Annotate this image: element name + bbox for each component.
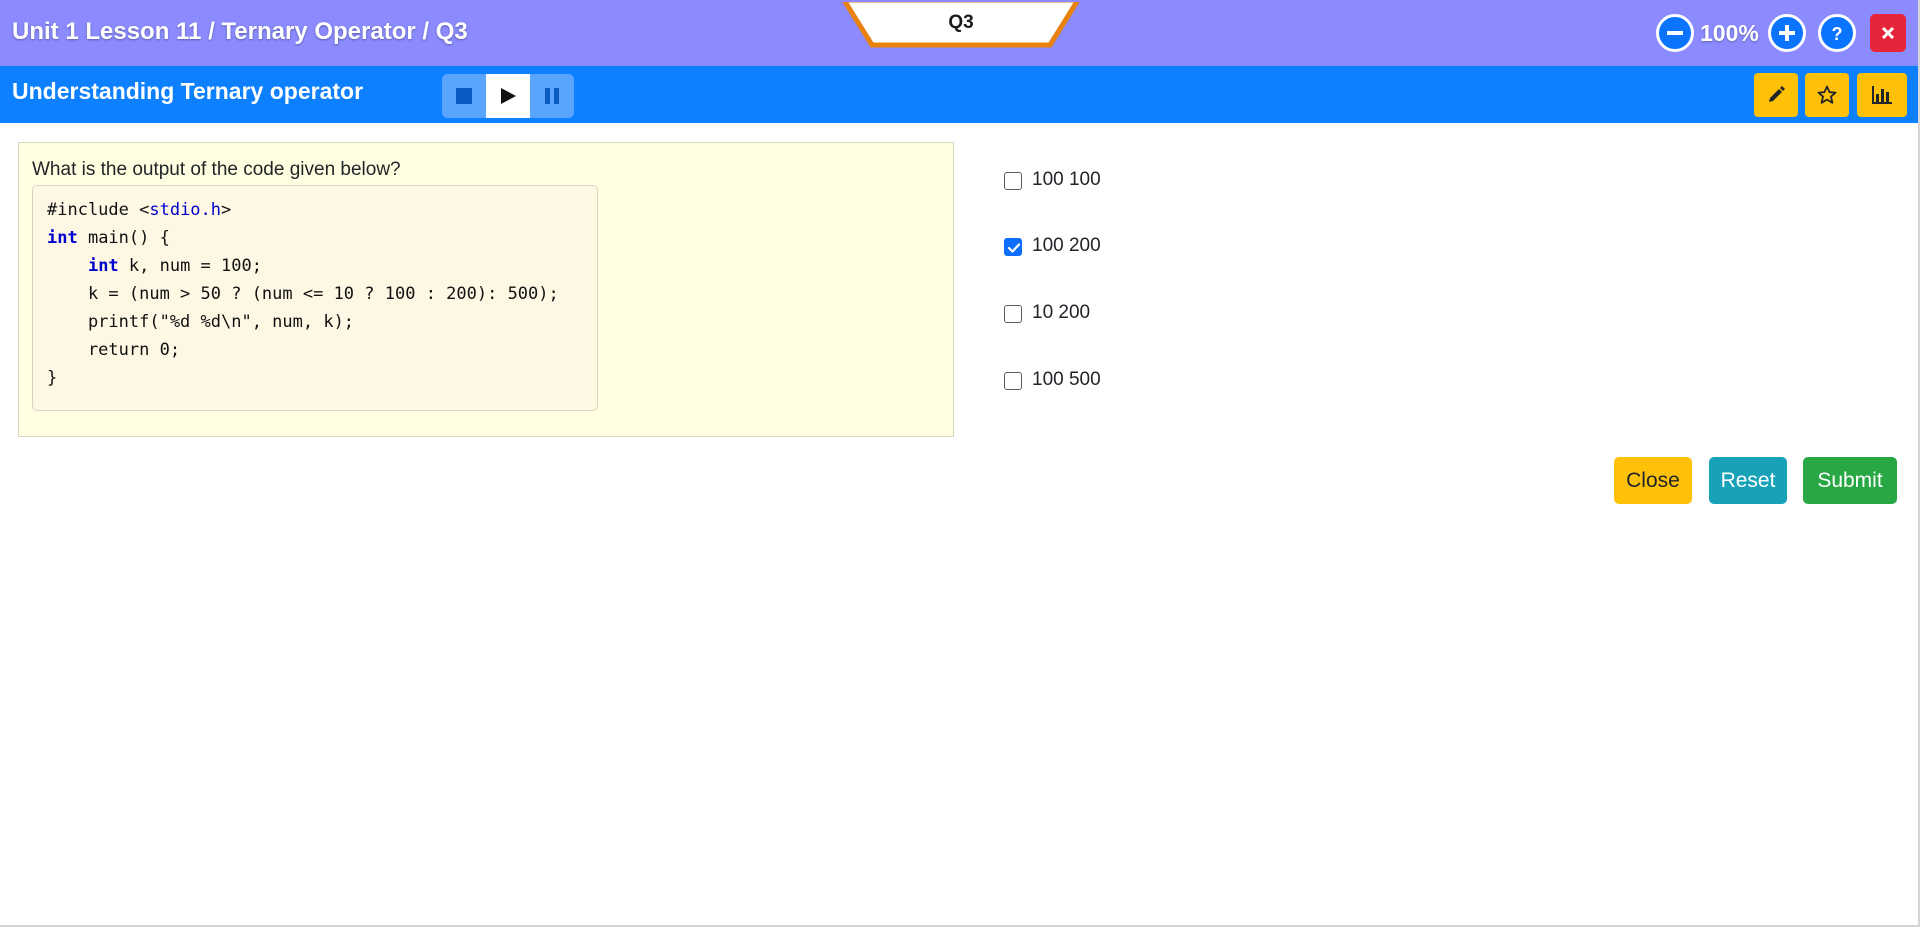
help-icon: ?	[1832, 24, 1843, 44]
option-label: 100 200	[1032, 235, 1101, 256]
zoom-in-icon	[1779, 25, 1795, 41]
code-line-2: int main() {	[47, 228, 170, 248]
close-window-button[interactable]	[1870, 14, 1906, 52]
stats-button[interactable]	[1857, 73, 1907, 117]
code-header-name: stdio.h	[149, 200, 222, 220]
pencil-icon	[1769, 86, 1785, 102]
zoom-in-button[interactable]	[1768, 14, 1806, 52]
svg-text:?: ?	[1832, 24, 1843, 44]
title-bar: Unit 1 Lesson 11 / Ternary Operator / Q3…	[0, 0, 1918, 66]
code-include: #include <	[47, 200, 150, 220]
lesson-bar: Understanding Ternary operator	[0, 66, 1918, 123]
close-button[interactable]: Close	[1614, 457, 1692, 504]
option-checkbox[interactable]	[1004, 238, 1022, 256]
option-label: 100 100	[1032, 169, 1101, 190]
pencil-button[interactable]	[1754, 73, 1798, 117]
option-label: 100 500	[1032, 369, 1101, 390]
checkmark-icon	[1007, 243, 1021, 253]
zoom-out-button[interactable]	[1656, 14, 1694, 52]
breadcrumb: Unit 1 Lesson 11 / Ternary Operator / Q3	[12, 18, 468, 45]
code-main-signature: main() {	[77, 228, 170, 248]
option-checkbox[interactable]	[1004, 305, 1022, 323]
star-icon	[1817, 85, 1837, 104]
code-block: #include <stdio.h> int main() { int k, n…	[32, 185, 598, 411]
reset-button[interactable]: Reset	[1709, 457, 1787, 504]
code-line-7: }	[47, 368, 58, 388]
play-icon	[501, 88, 516, 104]
code-keyword-int: int	[87, 256, 119, 276]
code-line-1: #include <stdio.h>	[47, 200, 231, 220]
code-keyword-int: int	[47, 228, 78, 248]
code-line-5: printf("%d %d\n", num, k);	[47, 312, 355, 332]
question-tab[interactable]: Q3	[842, 0, 1080, 50]
media-controls	[442, 74, 574, 118]
option-checkbox[interactable]	[1004, 372, 1022, 390]
code-declaration: k, num = 100;	[118, 256, 262, 276]
question-panel: What is the output of the code given bel…	[18, 142, 954, 437]
zoom-level: 100%	[1700, 20, 1759, 46]
pause-button[interactable]	[530, 74, 574, 118]
bookmark-star-button[interactable]	[1805, 73, 1849, 117]
option-checkbox[interactable]	[1004, 172, 1022, 190]
option-label: 10 200	[1032, 302, 1091, 323]
code-line-4: k = (num > 50 ? (num <= 10 ? 100 : 200):…	[47, 284, 559, 304]
submit-button[interactable]: Submit	[1803, 457, 1897, 504]
bar-chart-icon	[1872, 86, 1892, 104]
stop-button[interactable]	[442, 74, 486, 118]
help-button[interactable]: ?	[1818, 14, 1856, 52]
question-tab-label: Q3	[948, 12, 974, 33]
app-frame: Unit 1 Lesson 11 / Ternary Operator / Q3…	[0, 0, 1920, 927]
question-prompt: What is the output of the code given bel…	[32, 159, 401, 180]
close-icon	[1881, 26, 1895, 40]
lesson-title: Understanding Ternary operator	[12, 78, 364, 104]
code-line-3: int k, num = 100;	[47, 256, 262, 276]
code-line-6: return 0;	[47, 340, 181, 360]
pause-icon	[545, 88, 559, 104]
zoom-out-icon	[1667, 31, 1683, 35]
code-include-close: >	[221, 200, 232, 220]
stop-icon	[456, 88, 472, 104]
play-button[interactable]	[486, 74, 530, 118]
